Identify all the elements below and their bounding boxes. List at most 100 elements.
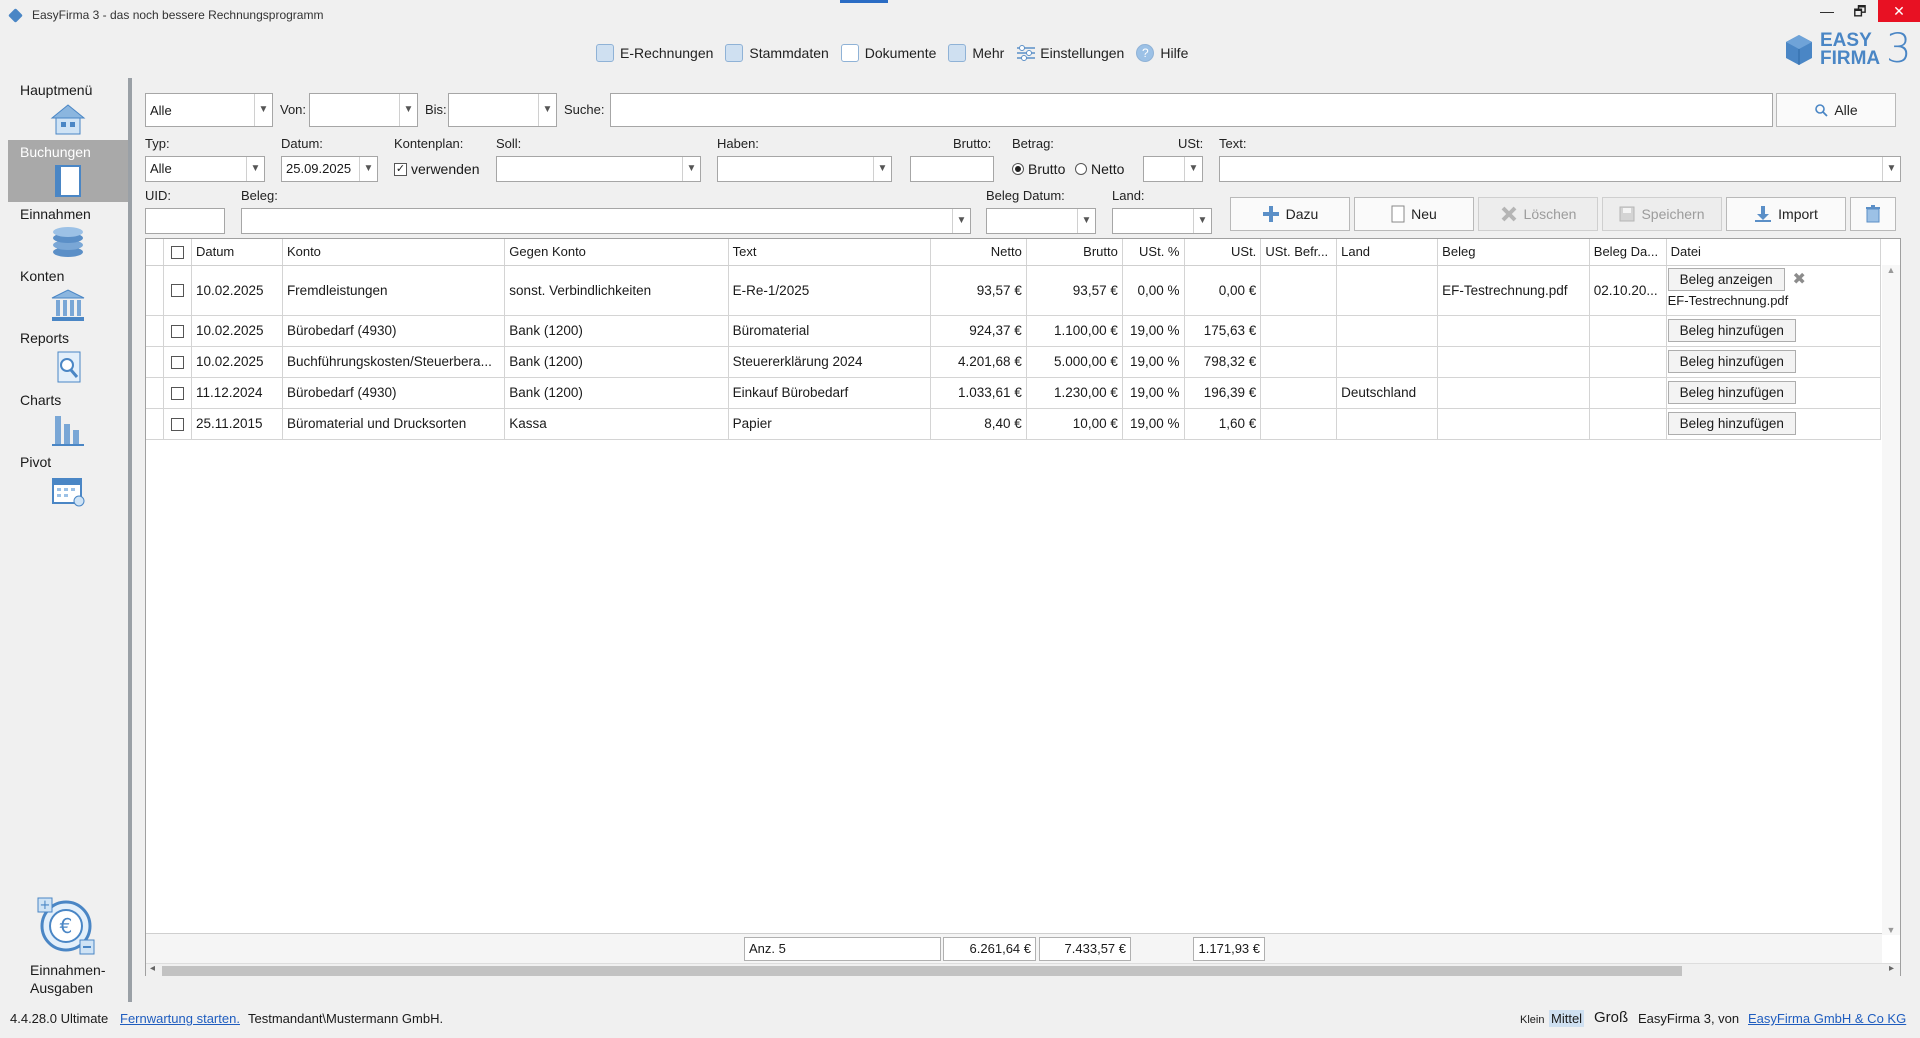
- row-checkbox[interactable]: [163, 315, 192, 347]
- cell-gegen-konto: Bank (1200): [504, 377, 729, 409]
- row-header[interactable]: [146, 265, 164, 316]
- search-input[interactable]: [610, 93, 1773, 127]
- bis-date-picker[interactable]: ▼: [448, 93, 557, 127]
- column-header-text[interactable]: Text: [728, 239, 931, 266]
- scroll-right-icon[interactable]: ▸: [1889, 963, 1894, 974]
- land-select[interactable]: ▼: [1112, 208, 1212, 234]
- new-button[interactable]: Neu: [1354, 197, 1474, 231]
- column-header-beleg[interactable]: Beleg: [1437, 239, 1590, 266]
- betrag-label: Betrag:: [1012, 136, 1054, 151]
- table-row[interactable]: 11.12.2024 Bürobedarf (4930) Bank (1200)…: [146, 377, 1882, 409]
- scroll-up-icon[interactable]: ▲: [1882, 265, 1900, 275]
- brutto-input[interactable]: [910, 156, 994, 182]
- nav-hilfe[interactable]: ? Hilfe: [1136, 44, 1188, 62]
- nav-einstellungen[interactable]: Einstellungen: [1016, 44, 1124, 62]
- column-header-beleg-datum[interactable]: Beleg Da...: [1589, 239, 1667, 266]
- uid-input[interactable]: [145, 208, 225, 234]
- cell-ust-befreiung: [1260, 346, 1338, 378]
- add-receipt-button[interactable]: Beleg hinzufügen: [1667, 319, 1796, 342]
- company-link[interactable]: EasyFirma GmbH & Co KG: [1748, 1011, 1906, 1026]
- vertical-scrollbar[interactable]: ▲ ▼: [1882, 265, 1900, 935]
- save-button[interactable]: Speichern: [1602, 197, 1722, 231]
- sidebar-item-reports[interactable]: Reports: [8, 326, 128, 388]
- size-medium-option[interactable]: Mittel: [1549, 1010, 1585, 1027]
- column-header-datum[interactable]: Datum: [191, 239, 283, 266]
- table-row[interactable]: 10.02.2025 Fremdleistungen sonst. Verbin…: [146, 265, 1882, 316]
- add-receipt-button[interactable]: Beleg hinzufügen: [1667, 412, 1796, 435]
- horizontal-scrollbar[interactable]: ◂ ▸: [146, 963, 1900, 977]
- table-row[interactable]: 25.11.2015 Büromaterial und Drucksorten …: [146, 408, 1882, 440]
- beleg-datum-picker[interactable]: ▼: [986, 208, 1096, 234]
- sidebar-item-pivot[interactable]: Pivot: [8, 450, 128, 512]
- scroll-down-icon[interactable]: ▼: [1882, 925, 1900, 935]
- column-header-netto[interactable]: Netto: [930, 239, 1027, 266]
- size-large-option[interactable]: Groß: [1594, 1009, 1628, 1026]
- add-receipt-button[interactable]: Beleg hinzufügen: [1667, 381, 1796, 404]
- import-button[interactable]: Import: [1726, 197, 1846, 231]
- sidebar-item-einnahmen[interactable]: Einnahmen: [8, 202, 128, 264]
- close-button[interactable]: ✕: [1878, 0, 1920, 22]
- ust-select[interactable]: ▼: [1143, 156, 1203, 182]
- table-row[interactable]: 10.02.2025 Buchführungskosten/Steuerbera…: [146, 346, 1882, 378]
- row-checkbox[interactable]: [163, 265, 192, 316]
- income-expense-icon[interactable]: € +: [36, 896, 98, 958]
- radio-brutto-label: Brutto: [1028, 161, 1066, 177]
- cell-konto: Bürobedarf (4930): [282, 315, 506, 347]
- range-select[interactable]: Alle ▼: [145, 93, 273, 127]
- text-select[interactable]: ▼: [1219, 156, 1901, 182]
- checkbox-icon: [170, 417, 184, 431]
- nav-mehr[interactable]: Mehr: [948, 44, 1004, 62]
- von-date-picker[interactable]: ▼: [309, 93, 418, 127]
- soll-select[interactable]: ▼: [496, 156, 701, 182]
- typ-select[interactable]: Alle ▼: [145, 156, 265, 182]
- row-checkbox[interactable]: [163, 408, 192, 440]
- remove-receipt-icon[interactable]: ✖: [1792, 269, 1805, 289]
- sidebar-item-buchungen[interactable]: Buchungen: [8, 140, 128, 202]
- horizontal-scroll-thumb[interactable]: [162, 966, 1682, 976]
- column-header-ust[interactable]: USt.: [1184, 239, 1262, 266]
- remote-support-link[interactable]: Fernwartung starten.: [120, 1011, 240, 1026]
- radio-brutto[interactable]: Brutto: [1012, 161, 1065, 177]
- select-all-checkbox[interactable]: [163, 239, 192, 266]
- sidebar-item-hauptmenue[interactable]: Hauptmenü: [8, 78, 128, 140]
- column-header-konto[interactable]: Konto: [282, 239, 506, 266]
- row-checkbox[interactable]: [163, 346, 192, 378]
- row-header[interactable]: [146, 377, 164, 409]
- datum-picker[interactable]: 25.09.2025 ▼: [281, 156, 378, 182]
- minimize-button[interactable]: —: [1812, 0, 1842, 22]
- show-receipt-button[interactable]: Beleg anzeigen: [1667, 267, 1785, 291]
- totals-row: Anz. 5 6.261,64 € 7.433,57 € 1.171,93 €: [146, 933, 1882, 963]
- scroll-left-icon[interactable]: ◂: [150, 963, 155, 974]
- cell-land: [1336, 265, 1439, 316]
- radio-netto[interactable]: Netto: [1075, 161, 1124, 177]
- column-header-brutto[interactable]: Brutto: [1026, 239, 1123, 266]
- nav-e-rechnungen[interactable]: E-Rechnungen: [596, 44, 713, 62]
- add-receipt-button[interactable]: Beleg hinzufügen: [1667, 350, 1796, 373]
- search-all-button[interactable]: Alle: [1776, 93, 1896, 127]
- delete-button[interactable]: Löschen: [1478, 197, 1598, 231]
- column-header-ust-befreiung[interactable]: USt. Befr...: [1260, 239, 1338, 266]
- restore-button[interactable]: 🗗: [1845, 0, 1875, 22]
- trash-button[interactable]: [1850, 197, 1896, 231]
- nav-stammdaten[interactable]: Stammdaten: [725, 44, 829, 62]
- cell-beleg: [1437, 408, 1590, 440]
- cell-ust-percent: 19,00 %: [1122, 346, 1185, 378]
- sidebar-item-konten[interactable]: Konten: [8, 264, 128, 326]
- column-header-ust-percent[interactable]: USt. %: [1122, 239, 1185, 266]
- kontenplan-checkbox[interactable]: ✓ verwenden: [394, 161, 480, 177]
- column-header-datei[interactable]: Datei: [1666, 239, 1882, 266]
- column-header-gegen-konto[interactable]: Gegen Konto: [504, 239, 729, 266]
- row-header[interactable]: [146, 346, 164, 378]
- row-header[interactable]: [146, 315, 164, 347]
- column-header-land[interactable]: Land: [1336, 239, 1439, 266]
- nav-label: Dokumente: [864, 45, 937, 61]
- nav-dokumente[interactable]: Dokumente: [840, 44, 937, 62]
- size-small-option[interactable]: Klein: [1520, 1014, 1544, 1026]
- haben-select[interactable]: ▼: [717, 156, 892, 182]
- beleg-select[interactable]: ▼: [241, 208, 971, 234]
- table-row[interactable]: 10.02.2025 Bürobedarf (4930) Bank (1200)…: [146, 315, 1882, 347]
- add-button[interactable]: Dazu: [1230, 197, 1350, 231]
- row-header[interactable]: [146, 408, 164, 440]
- row-checkbox[interactable]: [163, 377, 192, 409]
- sidebar-item-charts[interactable]: Charts: [8, 388, 128, 450]
